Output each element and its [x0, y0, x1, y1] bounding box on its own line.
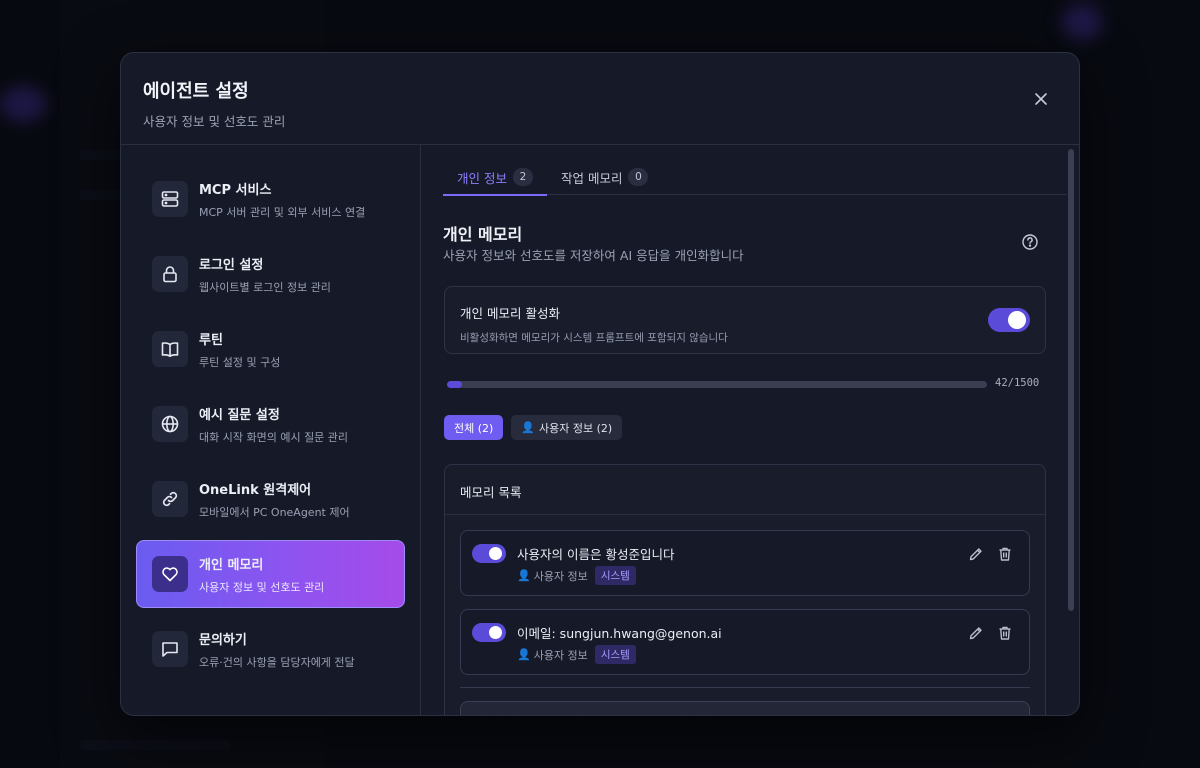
tab-label: 작업 메모리	[560, 170, 623, 186]
memory-enable-desc: 비활성화하면 메모리가 시스템 프롬프트에 포함되지 않습니다	[460, 332, 728, 344]
nav-label: MCP 서비스	[199, 182, 272, 198]
close-button[interactable]	[1029, 87, 1053, 111]
nav-item-personal-memory[interactable]: 개인 메모리사용자 정보 및 선호도 관리	[136, 540, 405, 608]
list-divider	[460, 687, 1030, 688]
trash-icon[interactable]	[997, 625, 1013, 641]
memory-usage-bar	[447, 381, 987, 388]
nav-item-mcp-services[interactable]: MCP 서비스 MCP 서버 관리 및 외부 서비스 연결	[136, 165, 405, 233]
settings-nav: MCP 서비스 MCP 서버 관리 및 외부 서비스 연결 로그인 설정웹사이트별…	[121, 145, 421, 715]
help-icon[interactable]	[1021, 233, 1039, 251]
agent-settings-modal: 에이전트 설정 사용자 정보 및 선호도 관리 MCP 서비스 MCP 서버 관리…	[120, 52, 1080, 716]
nav-item-onelink[interactable]: OneLink 원격제어모바일에서 PC OneAgent 제어	[136, 465, 405, 533]
link-icon	[162, 491, 178, 507]
nav-label: 예시 질문 설정	[199, 407, 280, 423]
nav-label: 루틴	[199, 332, 223, 348]
nav-label: 개인 메모리	[199, 557, 264, 573]
nav-label: OneLink 원격제어	[199, 482, 312, 498]
memory-enable-card: 개인 메모리 활성화 비활성화하면 메모리가 시스템 프롬프트에 포함되지 않습…	[444, 286, 1046, 354]
nav-desc: 사용자 정보 및 선호도 관리	[199, 580, 325, 594]
chat-icon	[162, 642, 178, 657]
system-tag: 시스템	[594, 566, 636, 585]
heart-icon	[162, 567, 178, 582]
user-icon: 👤	[517, 648, 531, 661]
lock-icon	[163, 266, 177, 283]
tab-task-memory[interactable]: 작업 메모리 0	[547, 159, 662, 195]
modal-title: 에이전트 설정	[143, 81, 249, 102]
nav-desc: 웹사이트별 로그인 정보 관리	[199, 280, 331, 294]
nav-desc: 모바일에서 PC OneAgent 제어	[199, 505, 350, 519]
toggle-knob	[489, 547, 502, 560]
tab-count-badge: 0	[628, 168, 649, 186]
nav-desc: MCP 서버 관리 및 외부 서비스 연결	[199, 205, 366, 219]
nav-item-example-questions[interactable]: 예시 질문 설정대화 시작 화면의 예시 질문 관리	[136, 390, 405, 458]
toggle-knob	[1008, 311, 1026, 329]
memory-content-panel: 개인 정보 2 작업 메모리 0 개인 메모리 사용자 정보와 선호도를 저장하여 …	[421, 145, 1079, 715]
memory-item-meta: 👤 사용자 정보 시스템	[517, 645, 636, 664]
modal-header: 에이전트 설정 사용자 정보 및 선호도 관리	[121, 53, 1079, 145]
filter-label: 전체 (2)	[454, 421, 494, 435]
nav-item-login-settings[interactable]: 로그인 설정웹사이트별 로그인 정보 관리	[136, 240, 405, 308]
filter-label: 사용자 정보 (2)	[539, 421, 613, 435]
memory-item-text: 이메일: sungjun.hwang@genon.ai	[517, 626, 722, 641]
book-icon	[161, 342, 179, 357]
user-icon: 👤	[521, 421, 536, 434]
memory-list-title: 메모리 목록	[445, 465, 1045, 515]
filter-user-info[interactable]: 👤 사용자 정보 (2)	[511, 415, 623, 440]
server-icon	[161, 191, 179, 207]
nav-label: 문의하기	[199, 632, 247, 648]
memory-filters: 전체 (2) 👤 사용자 정보 (2)	[444, 415, 623, 440]
memory-item-category: 사용자 정보	[533, 569, 588, 583]
memory-item-meta: 👤 사용자 정보 시스템	[517, 566, 636, 585]
section-description: 사용자 정보와 선호도를 저장하여 AI 응답을 개인화합니다	[443, 248, 744, 263]
scrollbar-thumb[interactable]	[1068, 149, 1074, 611]
trash-icon[interactable]	[997, 546, 1013, 562]
modal-subtitle: 사용자 정보 및 선호도 관리	[143, 114, 286, 129]
nav-desc: 대화 시작 화면의 예시 질문 관리	[199, 430, 349, 444]
section-title: 개인 메모리	[443, 225, 523, 244]
memory-item-toggle[interactable]	[472, 623, 506, 642]
memory-enable-toggle[interactable]	[988, 308, 1030, 332]
nav-label: 로그인 설정	[199, 257, 264, 273]
user-icon: 👤	[517, 569, 531, 582]
new-memory-input[interactable]	[460, 701, 1030, 715]
tab-personal-info[interactable]: 개인 정보 2	[443, 159, 547, 196]
edit-icon[interactable]	[968, 546, 984, 562]
system-tag: 시스템	[594, 645, 636, 664]
nav-desc: 루틴 설정 및 구성	[199, 355, 281, 369]
memory-tabs: 개인 정보 2 작업 메모리 0	[443, 159, 1067, 196]
filter-all[interactable]: 전체 (2)	[444, 415, 504, 440]
memory-item: 이메일: sungjun.hwang@genon.ai 👤 사용자 정보 시스템	[460, 609, 1030, 675]
memory-usage-fill	[447, 381, 463, 388]
nav-item-routine[interactable]: 루틴루틴 설정 및 구성	[136, 315, 405, 383]
edit-icon[interactable]	[968, 625, 984, 641]
memory-usage-text: 42/1500	[995, 377, 1040, 389]
memory-enable-title: 개인 메모리 활성화	[460, 306, 560, 321]
globe-icon	[161, 415, 179, 433]
scrollbar[interactable]	[1068, 149, 1074, 715]
memory-list-card: 메모리 목록 사용자의 이름은 황성준입니다 👤 사용자 정보 시스템 이메일: s…	[444, 464, 1046, 715]
nav-desc: 오류·건의 사항을 담당자에게 전달	[199, 655, 355, 669]
close-icon	[1035, 93, 1047, 105]
tab-label: 개인 정보	[457, 170, 507, 186]
memory-item-toggle[interactable]	[472, 544, 506, 563]
memory-item-text: 사용자의 이름은 황성준입니다	[517, 547, 675, 562]
toggle-knob	[489, 626, 502, 639]
memory-item: 사용자의 이름은 황성준입니다 👤 사용자 정보 시스템	[460, 530, 1030, 596]
memory-item-category: 사용자 정보	[533, 648, 588, 662]
nav-item-contact[interactable]: 문의하기오류·건의 사항을 담당자에게 전달	[136, 615, 405, 683]
tab-count-badge: 2	[512, 168, 533, 186]
